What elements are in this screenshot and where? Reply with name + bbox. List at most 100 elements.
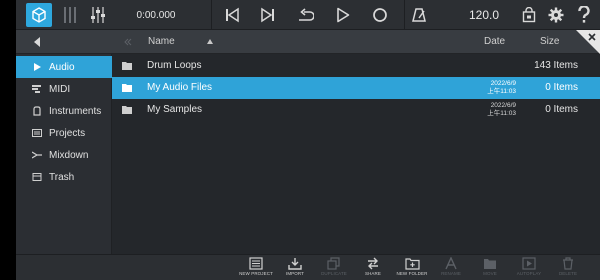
rewind-button[interactable]	[222, 0, 242, 30]
action-bar: NEW PROJECT IMPORT DUPLICATE SHARE NEW F…	[16, 254, 600, 280]
transport-toolbar: 0:00.000 120.0	[16, 0, 600, 30]
sidebar-item-midi[interactable]: MIDI	[16, 78, 112, 100]
play-icon	[337, 7, 350, 23]
sidebar-item-label: Mixdown	[49, 149, 89, 161]
folder-icon	[122, 106, 132, 114]
shop-button[interactable]	[519, 0, 539, 30]
list-item[interactable]: My Samples 2022/6/9 上午11:03 0 Items	[112, 99, 600, 121]
file-size: 0 Items	[545, 104, 578, 115]
button-label: DELETE	[558, 271, 578, 276]
folder-icon	[122, 62, 132, 70]
metronome-icon	[412, 8, 426, 22]
forward-button[interactable]	[258, 0, 278, 30]
button-label: IMPORT	[285, 271, 305, 276]
play-triangle-icon	[32, 62, 42, 72]
back-arrow-icon[interactable]	[30, 35, 44, 49]
import-download-icon	[288, 258, 302, 270]
settings-button[interactable]	[546, 0, 566, 30]
autoplay-button[interactable]: AUTOPLAY	[509, 257, 549, 280]
close-panel-button[interactable]	[576, 30, 600, 54]
button-label: RENAME	[441, 271, 461, 276]
move-button[interactable]: MOVE	[470, 257, 510, 280]
button-label: DUPLICATE	[321, 271, 347, 276]
rename-button[interactable]: RENAME	[431, 257, 471, 280]
sidebar-item-label: Projects	[49, 127, 86, 139]
share-arrows-icon	[368, 257, 378, 270]
new-project-icon	[249, 257, 263, 270]
file-date: 2022/6/9 上午11:03	[487, 80, 516, 95]
sidebar-item-projects[interactable]: Projects	[16, 122, 112, 144]
channel-strips-icon	[64, 7, 76, 23]
sidebar-item-audio[interactable]: Audio	[16, 56, 112, 78]
skip-back-icon	[226, 7, 239, 23]
autoplay-icon	[522, 257, 536, 270]
import-button[interactable]: IMPORT	[275, 257, 315, 280]
rename-text-icon	[445, 257, 457, 270]
new-project-button[interactable]: NEW PROJECT	[236, 257, 276, 280]
skip-forward-icon	[261, 7, 274, 23]
loop-button[interactable]	[294, 0, 316, 30]
help-button[interactable]	[574, 0, 594, 30]
trash-icon	[563, 257, 573, 270]
duplicate-icon	[327, 257, 340, 270]
loop-icon	[299, 8, 314, 21]
file-date: 2022/6/9 上午11:03	[487, 102, 516, 117]
toolbar-divider	[404, 0, 405, 30]
sidebar-item-trash[interactable]: Trash	[16, 166, 112, 188]
list-header: Name Date Size	[16, 30, 600, 54]
file-size: 0 Items	[545, 82, 578, 93]
cube-icon	[32, 7, 46, 23]
file-name: Drum Loops	[147, 60, 202, 71]
file-list: Drum Loops 143 Items My Audio Files 2022…	[112, 54, 600, 254]
record-circle-icon	[373, 8, 387, 22]
button-label: NEW PROJECT	[239, 271, 273, 276]
faders-icon	[91, 7, 105, 23]
toolbar-divider	[211, 0, 212, 30]
gear-icon	[548, 7, 564, 23]
button-label: NEW FOLDER	[396, 271, 428, 276]
mixer-bars-button[interactable]	[60, 0, 80, 30]
collapse-arrows-icon[interactable]	[124, 38, 132, 46]
file-size: 143 Items	[534, 60, 578, 71]
record-button[interactable]	[370, 0, 390, 30]
tempo-display[interactable]: 120.0	[462, 0, 506, 30]
sidebar-item-label: Instruments	[49, 105, 102, 117]
metronome-button[interactable]	[408, 0, 430, 30]
sort-ascending-icon	[207, 39, 213, 44]
file-date	[482, 58, 516, 66]
new-folder-button[interactable]: NEW FOLDER	[392, 257, 432, 280]
question-mark-icon	[578, 6, 590, 23]
mixer-button[interactable]	[88, 0, 108, 30]
browser-toggle-button[interactable]	[26, 3, 52, 27]
projects-icon	[32, 128, 42, 138]
move-folder-icon	[484, 259, 496, 269]
mixdown-icon	[32, 150, 42, 160]
sidebar-item-label: Audio	[49, 61, 75, 73]
date-column-header[interactable]: Date	[484, 36, 505, 47]
file-browser-app: 0:00.000 120.0 Name Date Size Audio MIDI…	[16, 0, 600, 280]
sidebar-item-mixdown[interactable]: Mixdown	[16, 144, 112, 166]
list-item[interactable]: Drum Loops 143 Items	[112, 55, 600, 77]
list-item[interactable]: My Audio Files 2022/6/9 上午11:03 0 Items	[112, 77, 600, 99]
button-label: SHARE	[364, 271, 381, 276]
button-label: MOVE	[483, 271, 497, 276]
button-label: AUTOPLAY	[516, 271, 542, 276]
instrument-icon	[32, 106, 42, 116]
file-name: My Audio Files	[147, 82, 213, 93]
size-column-header[interactable]: Size	[540, 36, 559, 47]
trash-icon	[32, 172, 42, 182]
sidebar-item-label: Trash	[49, 171, 75, 183]
category-sidebar: Audio MIDI Instruments Projects Mixdown	[16, 54, 112, 254]
time-display: 0:00.000	[136, 9, 176, 21]
name-column-header[interactable]: Name	[148, 36, 175, 47]
midi-icon	[32, 84, 42, 94]
file-name: My Samples	[147, 104, 203, 115]
shopping-bag-icon	[522, 7, 536, 23]
sidebar-item-label: MIDI	[49, 83, 71, 95]
new-folder-icon	[404, 258, 420, 270]
delete-button[interactable]: DELETE	[548, 257, 588, 280]
duplicate-button[interactable]: DUPLICATE	[314, 257, 354, 280]
sidebar-item-instruments[interactable]: Instruments	[16, 100, 112, 122]
share-button[interactable]: SHARE	[353, 257, 393, 280]
play-button[interactable]	[333, 0, 353, 30]
